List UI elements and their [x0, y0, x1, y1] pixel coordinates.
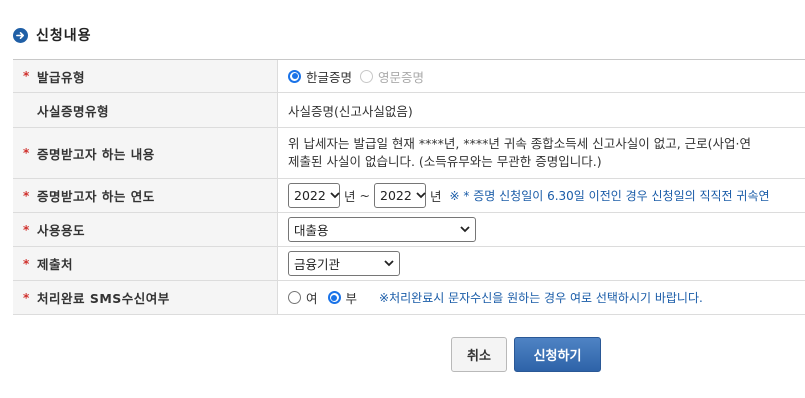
sms-value-cell: 여 부 ※처리완료시 문자수신을 원하는 경우 여로 선택하시기 바랍니다.: [278, 281, 805, 314]
purpose-value-cell: 대출용: [278, 213, 805, 246]
radio-sms-yes-label[interactable]: 여: [306, 288, 318, 307]
radio-checked-icon[interactable]: [288, 69, 301, 83]
row-content: * 증명받고자 하는 내용 위 납세자는 발급일 현재 ****년, ****년…: [13, 128, 805, 179]
row-label-cell: * 제출처: [13, 247, 278, 280]
required-mark: *: [23, 290, 30, 305]
radio-korean-cert-label[interactable]: 한글증명: [306, 67, 352, 86]
row-label-cell: * 증명받고자 하는 연도: [13, 179, 278, 212]
cert-type-value: 사실증명(신고사실없음): [288, 103, 413, 119]
chevron-down-icon[interactable]: [416, 192, 426, 199]
apply-button[interactable]: 신청하기: [514, 337, 601, 372]
application-form-table: * 발급유형 한글증명 영문증명 사실증명유형 사실증명(신고사실없음) * 증…: [13, 59, 805, 315]
radio-english-cert: 영문증명: [360, 67, 424, 86]
year-note: ※ * 증명 신청일이 6.30일 이전인 경우 신청일의 직직전 귀속연: [450, 187, 770, 204]
chevron-down-icon[interactable]: [384, 260, 394, 267]
submit-to-label: 제출처: [37, 257, 74, 272]
issue-type-options: 한글증명 영문증명: [278, 60, 805, 92]
row-label-cell: * 증명받고자 하는 내용: [13, 128, 278, 178]
purpose-select-value[interactable]: 대출용: [294, 220, 329, 239]
row-label-cell: 사실증명유형: [13, 93, 278, 127]
radio-disabled-icon: [360, 69, 374, 83]
chevron-down-icon[interactable]: [460, 226, 470, 233]
radio-sms-no[interactable]: 부: [327, 288, 358, 307]
radio-sms-yes[interactable]: 여: [288, 288, 318, 307]
required-mark: *: [23, 222, 30, 237]
year-to-unit: 년: [430, 189, 442, 204]
row-purpose: * 사용용도 대출용: [13, 213, 805, 247]
row-issue-type: * 발급유형 한글증명 영문증명: [13, 60, 805, 93]
cert-type-value-cell: 사실증명(신고사실없음): [278, 93, 805, 127]
submit-to-select-value[interactable]: 금융기관: [294, 254, 340, 273]
year-label: 증명받고자 하는 연도: [37, 189, 155, 204]
radio-sms-no-label[interactable]: 부: [346, 288, 358, 307]
content-line-2: 제출된 사실이 없습니다. (소득유무와는 무관한 증명입니다.): [288, 154, 602, 169]
row-label-cell: * 사용용도: [13, 213, 278, 246]
year-tilde: ~: [359, 188, 370, 203]
issue-type-label: 발급유형: [37, 69, 86, 85]
row-label-cell: * 처리완료 SMS수신여부: [13, 281, 278, 314]
sms-note: ※처리완료시 문자수신을 원하는 경우 여로 선택하시기 바랍니다.: [379, 291, 703, 305]
purpose-select[interactable]: 대출용: [288, 217, 476, 242]
purpose-label: 사용용도: [37, 223, 86, 238]
required-mark: *: [23, 69, 30, 83]
row-year: * 증명받고자 하는 연도 2022 년 ~ 2022 년 ※ * 증명 신청일…: [13, 179, 805, 213]
content-value-cell: 위 납세자는 발급일 현재 ****년, ****년 귀속 종합소득세 신고사실…: [278, 128, 805, 178]
row-label-cell: * 발급유형: [13, 60, 278, 92]
chevron-down-icon[interactable]: [330, 192, 340, 199]
cancel-button[interactable]: 취소: [451, 337, 507, 372]
content-line-1: 위 납세자는 발급일 현재 ****년, ****년 귀속 종합소득세 신고사실…: [288, 136, 752, 151]
submit-to-value-cell: 금융기관: [278, 247, 805, 280]
content-label: 증명받고자 하는 내용: [37, 146, 155, 162]
section-header: 신청내용: [13, 25, 92, 45]
required-mark: *: [23, 256, 30, 271]
arrow-right-circle-icon: [13, 27, 28, 43]
required-mark: *: [23, 146, 30, 160]
required-mark: *: [23, 188, 30, 203]
row-cert-type: 사실증명유형 사실증명(신고사실없음): [13, 93, 805, 128]
year-to-select[interactable]: 2022: [374, 183, 426, 208]
section-title: 신청내용: [36, 28, 92, 44]
year-note-text: * 증명 신청일이 6.30일 이전인 경우 신청일의 직직전 귀속연: [463, 189, 770, 203]
year-from-value[interactable]: 2022: [294, 188, 326, 203]
form-buttons: 취소 신청하기: [0, 337, 805, 372]
sms-label: 처리완료 SMS수신여부: [37, 291, 170, 306]
year-to-value[interactable]: 2022: [380, 188, 412, 203]
row-sms: * 처리완료 SMS수신여부 여 부 ※처리완료시 문자수신을 원하는 경우 여…: [13, 281, 805, 315]
year-value-cell: 2022 년 ~ 2022 년 ※ * 증명 신청일이 6.30일 이전인 경우…: [278, 179, 805, 212]
year-from-unit: 년: [344, 189, 356, 204]
radio-checked-icon[interactable]: [327, 291, 341, 304]
radio-korean-cert[interactable]: 한글증명: [288, 67, 352, 86]
row-submit-to: * 제출처 금융기관: [13, 247, 805, 281]
submit-to-select[interactable]: 금융기관: [288, 251, 400, 276]
radio-english-cert-label: 영문증명: [378, 69, 425, 85]
cert-type-label: 사실증명유형: [37, 103, 110, 119]
year-from-select[interactable]: 2022: [288, 183, 340, 208]
radio-unchecked-icon[interactable]: [288, 291, 301, 304]
note-mark: ※: [449, 189, 460, 203]
